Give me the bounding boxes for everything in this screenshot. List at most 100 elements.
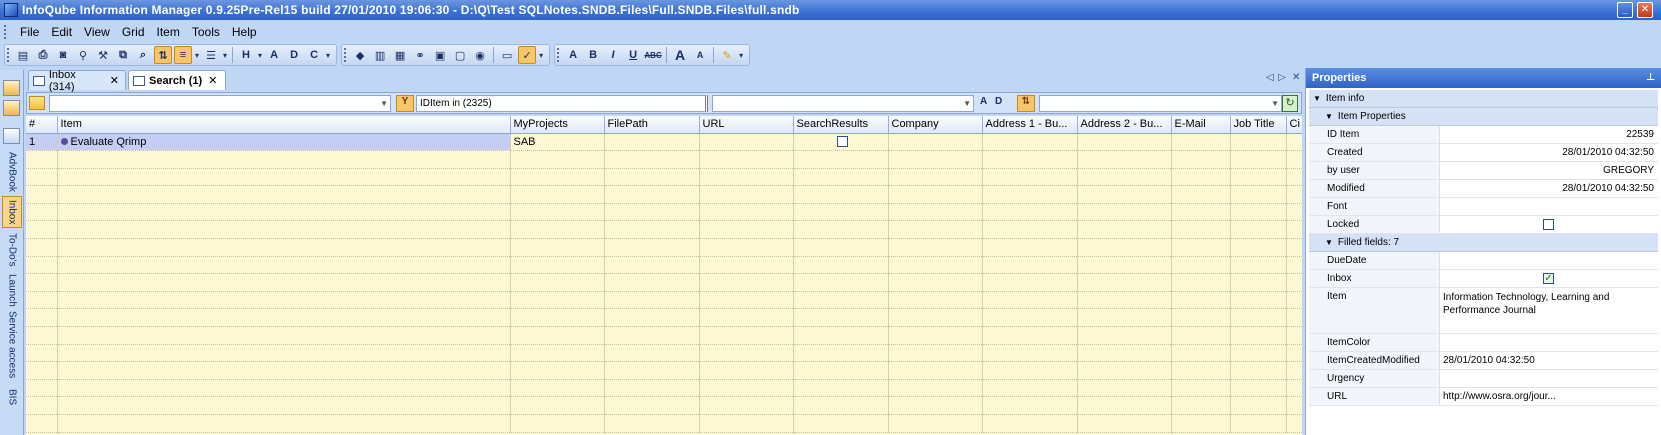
empty-cell[interactable] xyxy=(982,326,1078,345)
empty-cell[interactable] xyxy=(793,203,889,222)
empty-cell[interactable] xyxy=(26,326,58,345)
empty-cell[interactable] xyxy=(699,256,794,275)
empty-table-row[interactable] xyxy=(26,326,1302,345)
empty-cell[interactable] xyxy=(1286,291,1302,310)
empty-cell[interactable] xyxy=(604,361,700,380)
empty-cell[interactable] xyxy=(1171,150,1231,169)
empty-cell[interactable] xyxy=(26,203,58,222)
empty-cell[interactable] xyxy=(604,273,700,292)
filter-funnel-icon[interactable]: Y xyxy=(396,95,414,112)
notes-icon[interactable]: ▢ xyxy=(451,46,469,64)
filter-d-icon[interactable]: D xyxy=(285,46,303,64)
empty-cell[interactable] xyxy=(1077,203,1172,222)
tab-inbox[interactable]: Inbox (314) ✕ xyxy=(28,69,126,93)
web-icon[interactable]: ◉ xyxy=(471,46,489,64)
empty-cell[interactable] xyxy=(510,168,605,187)
empty-cell[interactable] xyxy=(699,150,794,169)
collapse-icon[interactable]: ▼ xyxy=(1325,112,1333,121)
prop-value[interactable] xyxy=(1440,370,1658,387)
close-window-button[interactable]: ✕ xyxy=(1637,2,1653,18)
empty-cell[interactable] xyxy=(982,220,1078,240)
prop-row-itemcreatedmodified[interactable]: ItemCreatedModified 28/01/2010 04:32:50 xyxy=(1309,352,1658,370)
items-grid[interactable]: # Item MyProjects FilePath URL SearchRes… xyxy=(26,116,1302,435)
locked-checkbox[interactable] xyxy=(1543,219,1554,230)
empty-cell[interactable] xyxy=(1230,396,1287,415)
prop-row-item[interactable]: Item Information Technology, Learning and… xyxy=(1309,288,1658,334)
empty-cell[interactable] xyxy=(699,291,794,310)
empty-cell[interactable] xyxy=(1077,238,1172,257)
empty-cell[interactable] xyxy=(982,150,1078,169)
empty-cell[interactable] xyxy=(1077,379,1172,398)
inbox-checkbox[interactable]: ✓ xyxy=(1543,273,1554,284)
empty-cell[interactable] xyxy=(26,308,58,328)
col-header-myprojects[interactable]: MyProjects xyxy=(510,116,605,134)
empty-cell[interactable] xyxy=(510,344,605,363)
empty-cell[interactable] xyxy=(57,291,511,310)
prop-value[interactable] xyxy=(1440,252,1658,269)
empty-cell[interactable] xyxy=(699,185,794,204)
empty-cell[interactable] xyxy=(604,203,700,222)
empty-cell[interactable] xyxy=(1077,150,1172,169)
empty-cell[interactable] xyxy=(1286,379,1302,398)
empty-cell[interactable] xyxy=(1077,396,1172,415)
pane-icon[interactable] xyxy=(3,100,20,116)
col-header-jobtitle[interactable]: Job Title xyxy=(1230,116,1287,134)
empty-cell[interactable] xyxy=(699,238,794,257)
empty-cell[interactable] xyxy=(793,150,889,169)
empty-cell[interactable] xyxy=(982,273,1078,292)
bold-icon[interactable]: B xyxy=(584,46,602,64)
filter-a-icon[interactable]: A xyxy=(980,96,987,107)
empty-cell[interactable] xyxy=(510,273,605,292)
empty-table-row[interactable] xyxy=(26,256,1302,275)
outline-icon[interactable]: ☰ xyxy=(202,46,220,64)
empty-cell[interactable] xyxy=(699,414,794,433)
empty-cell[interactable] xyxy=(26,256,58,275)
vtab-advbook[interactable]: AdvBook xyxy=(2,150,22,194)
empty-cell[interactable] xyxy=(793,414,889,433)
empty-table-row[interactable] xyxy=(26,361,1302,380)
grow-font-icon[interactable]: A xyxy=(671,46,689,64)
empty-cell[interactable] xyxy=(982,396,1078,415)
col-header-searchresults[interactable]: SearchResults xyxy=(793,116,889,134)
empty-cell[interactable] xyxy=(888,344,983,363)
empty-cell[interactable] xyxy=(57,185,511,204)
empty-cell[interactable] xyxy=(510,291,605,310)
empty-cell[interactable] xyxy=(26,344,58,363)
empty-cell[interactable] xyxy=(1286,185,1302,204)
cell-jobtitle[interactable] xyxy=(1230,133,1287,152)
empty-cell[interactable] xyxy=(1077,291,1172,310)
prop-row-urgency[interactable]: Urgency xyxy=(1309,370,1658,388)
document-icon[interactable]: ▣ xyxy=(431,46,449,64)
empty-table-row[interactable] xyxy=(26,220,1302,240)
empty-cell[interactable] xyxy=(982,414,1078,433)
empty-cell[interactable] xyxy=(1077,168,1172,187)
empty-cell[interactable] xyxy=(510,361,605,380)
chevron-down-icon[interactable]: ▼ xyxy=(380,96,388,111)
section-item-info[interactable]: ▼ Item info xyxy=(1309,90,1658,108)
empty-cell[interactable] xyxy=(982,185,1078,204)
tab-scroll-left-icon[interactable]: ◁ xyxy=(1266,72,1274,83)
col-header-company[interactable]: Company xyxy=(888,116,983,134)
collapse-icon[interactable]: ▼ xyxy=(1313,94,1321,103)
empty-cell[interactable] xyxy=(604,326,700,345)
empty-cell[interactable] xyxy=(1077,273,1172,292)
empty-table-row[interactable] xyxy=(26,150,1302,169)
empty-cell[interactable] xyxy=(699,344,794,363)
source-combo[interactable]: ▼ xyxy=(49,95,391,112)
empty-cell[interactable] xyxy=(26,168,58,187)
menu-edit[interactable]: Edit xyxy=(45,25,78,39)
empty-cell[interactable] xyxy=(1077,256,1172,275)
empty-cell[interactable] xyxy=(982,361,1078,380)
empty-table-row[interactable] xyxy=(26,203,1302,222)
table-row[interactable]: 1 Evaluate Qrimp SAB xyxy=(26,133,1302,152)
chevron-down-icon[interactable]: ▾ xyxy=(258,51,262,60)
empty-table-row[interactable] xyxy=(26,238,1302,257)
empty-table-row[interactable] xyxy=(26,291,1302,310)
empty-cell[interactable] xyxy=(26,379,58,398)
empty-cell[interactable] xyxy=(699,379,794,398)
menu-grid[interactable]: Grid xyxy=(116,25,151,39)
layout-icon[interactable]: ▭ xyxy=(498,46,516,64)
print-preview-icon[interactable]: ⎙ xyxy=(34,46,52,64)
filter-input[interactable]: IDItem in (2325) xyxy=(416,95,708,112)
empty-cell[interactable] xyxy=(1077,308,1172,328)
